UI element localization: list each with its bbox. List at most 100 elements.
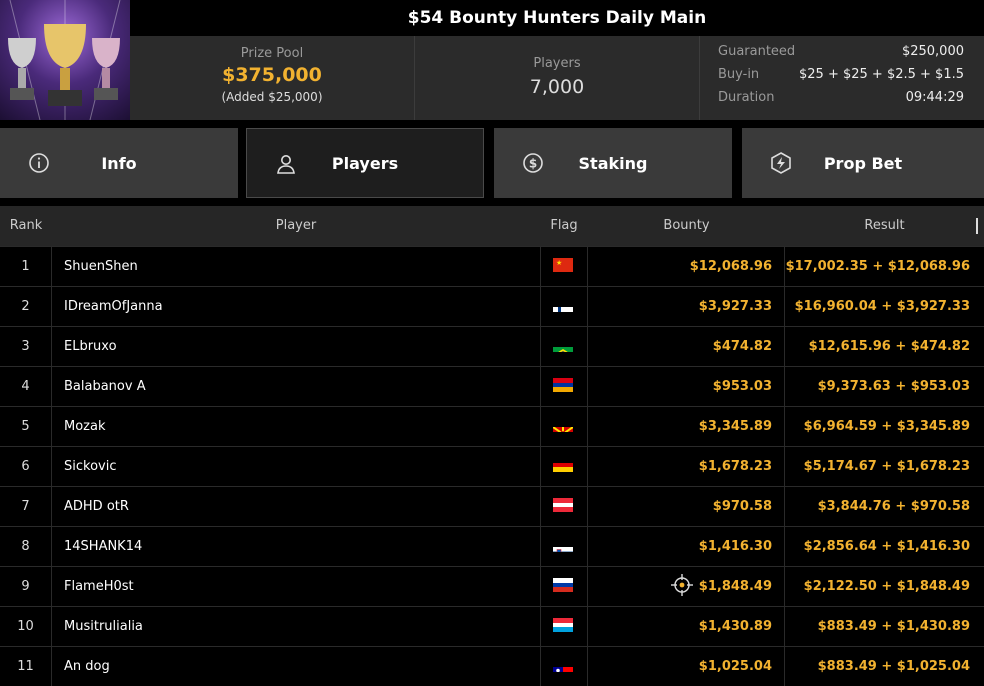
rank-cell: 8 xyxy=(0,527,52,566)
china-flag-icon: ★ xyxy=(553,258,573,272)
armenia-flag-icon xyxy=(553,378,573,392)
result-cell: $5,174.67 + $1,678.23 xyxy=(785,447,984,486)
table-row[interactable]: 1ShuenShen★$12,068.96$17,002.35 + $12,06… xyxy=(0,246,984,286)
result-cell: $17,002.35 + $12,068.96 xyxy=(785,247,984,286)
player-name-cell[interactable]: Balabanov A xyxy=(52,367,540,406)
tab-info-label: Info xyxy=(101,154,136,173)
bounty-value: $474.82 xyxy=(713,339,772,354)
tab-info[interactable]: Info xyxy=(0,128,238,198)
player-name-cell[interactable]: ELbruxo xyxy=(52,327,540,366)
table-row[interactable]: 6Sickovic$1,678.23$5,174.67 + $1,678.23 xyxy=(0,446,984,486)
bounty-value: $1,678.23 xyxy=(699,459,772,474)
tab-staking-label: Staking xyxy=(579,154,648,173)
table-body: 1ShuenShen★$12,068.96$17,002.35 + $12,06… xyxy=(0,246,984,686)
user-icon xyxy=(275,153,297,175)
scrollbar[interactable] xyxy=(976,218,978,234)
result-cell: $883.49 + $1,025.04 xyxy=(785,647,984,686)
slovenia-flag-icon xyxy=(553,538,573,552)
detail-key: Buy-in xyxy=(718,67,759,90)
bounty-cell: $1,416.30 xyxy=(588,527,785,566)
bounty-value: $1,430.89 xyxy=(699,619,772,634)
germany-flag-icon xyxy=(553,458,573,472)
austria-flag-icon xyxy=(553,498,573,512)
player-name-cell[interactable]: ADHD otR xyxy=(52,487,540,526)
flag-cell xyxy=(540,567,588,606)
col-bounty[interactable]: Bounty xyxy=(588,206,785,246)
trophy-banner-image xyxy=(0,0,130,120)
player-name-cell[interactable]: IDreamOfJanna xyxy=(52,287,540,326)
rank-cell: 1 xyxy=(0,247,52,286)
luxembourg-flag-icon xyxy=(553,618,573,632)
player-name-cell[interactable]: 14SHANK14 xyxy=(52,527,540,566)
bounty-value: $1,416.30 xyxy=(699,539,772,554)
player-name-cell[interactable]: Sickovic xyxy=(52,447,540,486)
detail-duration: Duration 09:44:29 xyxy=(718,90,964,113)
bounty-cell: $953.03 xyxy=(588,367,785,406)
table-row[interactable]: 11An dog $1,025.04 $883.49 + $1,025.04 xyxy=(0,646,984,686)
player-name-cell[interactable]: FlameH0st xyxy=(52,567,540,606)
player-name-cell[interactable]: An dog xyxy=(52,647,540,686)
result-cell: $12,615.96 + $474.82 xyxy=(785,327,984,366)
bounty-value: $1,025.04 xyxy=(699,659,772,674)
players-label: Players xyxy=(415,56,699,71)
bounty-value: $970.58 xyxy=(713,499,772,514)
tournament-header: $54 Bounty Hunters Daily Main Prize Pool… xyxy=(0,0,984,120)
detail-value: 09:44:29 xyxy=(906,90,964,113)
flag-cell xyxy=(540,367,588,406)
player-name-cell[interactable]: ShuenShen xyxy=(52,247,540,286)
table-row[interactable]: 5Mozak$3,345.89$6,964.59 + $3,345.89 xyxy=(0,406,984,446)
table-row[interactable]: 7ADHD otR$970.58$3,844.76 + $970.58 xyxy=(0,486,984,526)
tournament-details: Guaranteed $250,000 Buy-in $25 + $25 + $… xyxy=(718,44,964,113)
flag-cell: ★ xyxy=(540,247,588,286)
prize-pool-value: $375,000 xyxy=(130,64,414,86)
table-row[interactable]: 814SHANK14 $1,416.30 $2,856.64 + $1,416.30 xyxy=(0,526,984,566)
col-player[interactable]: Player xyxy=(52,206,540,246)
tab-prop-bet[interactable]: Prop Bet xyxy=(742,128,984,198)
flag-cell xyxy=(540,527,588,566)
russia-flag-icon xyxy=(553,578,573,592)
tournament-title: $54 Bounty Hunters Daily Main xyxy=(130,0,984,36)
bounty-cell: $970.58 xyxy=(588,487,785,526)
table-row[interactable]: 9FlameH0st$1,848.49$2,122.50 + $1,848.49 xyxy=(0,566,984,606)
tab-prop-bet-label: Prop Bet xyxy=(824,154,902,173)
rank-cell: 3 xyxy=(0,327,52,366)
rank-cell: 2 xyxy=(0,287,52,326)
col-result[interactable]: Result xyxy=(785,206,984,246)
flag-cell xyxy=(540,447,588,486)
players-table: Rank Player Flag Bounty Result 1ShuenShe… xyxy=(0,206,984,686)
bolt-icon xyxy=(770,152,792,174)
bounty-cell: $3,927.33 xyxy=(588,287,785,326)
col-flag[interactable]: Flag xyxy=(540,206,588,246)
table-row[interactable]: 4Balabanov A$953.03$9,373.63 + $953.03 xyxy=(0,366,984,406)
detail-key: Guaranteed xyxy=(718,44,795,67)
rank-cell: 9 xyxy=(0,567,52,606)
table-row[interactable]: 3ELbruxo $474.82 $12,615.96 + $474.82 xyxy=(0,326,984,366)
tab-bar: Info Players $ Staking Prop Bet xyxy=(0,128,984,198)
result-cell: $16,960.04 + $3,927.33 xyxy=(785,287,984,326)
flag-cell xyxy=(540,487,588,526)
tab-players[interactable]: Players xyxy=(246,128,484,198)
flag-cell xyxy=(540,287,588,326)
result-cell: $6,964.59 + $3,345.89 xyxy=(785,407,984,446)
rank-cell: 11 xyxy=(0,647,52,686)
player-name-cell[interactable]: Musitrulialia xyxy=(52,607,540,646)
bounty-cell: $1,678.23 xyxy=(588,447,785,486)
table-row[interactable]: 2IDreamOfJanna $3,927.33$16,960.04 + $3,9… xyxy=(0,286,984,326)
detail-key: Duration xyxy=(718,90,774,113)
player-name-cell[interactable]: Mozak xyxy=(52,407,540,446)
tab-players-label: Players xyxy=(332,154,398,173)
tab-staking[interactable]: $ Staking xyxy=(494,128,732,198)
rank-cell: 10 xyxy=(0,607,52,646)
flag-cell xyxy=(540,407,588,446)
bounty-value: $1,848.49 xyxy=(699,579,772,594)
result-cell: $3,844.76 + $970.58 xyxy=(785,487,984,526)
result-cell: $9,373.63 + $953.03 xyxy=(785,367,984,406)
result-cell: $2,856.64 + $1,416.30 xyxy=(785,527,984,566)
dollar-icon: $ xyxy=(522,152,544,174)
bounty-target-icon xyxy=(671,574,693,596)
detail-guaranteed: Guaranteed $250,000 xyxy=(718,44,964,67)
table-row[interactable]: 10Musitrulialia$1,430.89$883.49 + $1,430… xyxy=(0,606,984,646)
col-rank[interactable]: Rank xyxy=(0,206,52,246)
taiwan-flag-icon xyxy=(553,658,573,672)
bounty-cell: $1,430.89 xyxy=(588,607,785,646)
